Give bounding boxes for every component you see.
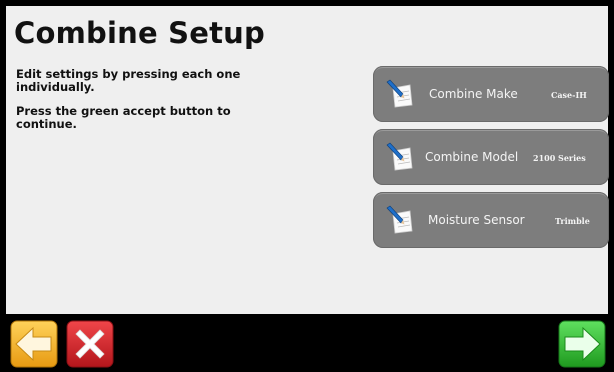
edit-note-icon [386, 142, 413, 171]
main-panel: Combine Setup Edit settings by pressing … [4, 4, 610, 316]
combine-make-button[interactable]: Combine Make Case-IH [373, 66, 609, 122]
instruction-accept: Press the green accept button to continu… [16, 104, 231, 131]
setting-value: Trimble [555, 216, 590, 226]
instruction-edit: Edit settings by pressing each one indiv… [16, 67, 241, 94]
screen-frame: Combine Setup Edit settings by pressing … [0, 0, 614, 372]
combine-model-button[interactable]: Combine Model 2100 Series [373, 129, 609, 185]
instructions: Edit settings by pressing each one indiv… [16, 68, 286, 142]
moisture-sensor-button[interactable]: Moisture Sensor Trimble [373, 192, 609, 248]
setting-label: Moisture Sensor [428, 213, 525, 227]
setting-value: 2100 Series [533, 153, 586, 163]
accept-button[interactable] [558, 320, 606, 368]
back-button[interactable] [10, 320, 58, 368]
setting-label: Combine Model [425, 150, 519, 164]
accept-arrow-icon [558, 320, 606, 368]
edit-note-icon [386, 205, 413, 234]
setting-value: Case-IH [551, 90, 587, 100]
cancel-button[interactable] [66, 320, 114, 368]
cancel-x-icon [66, 320, 114, 368]
setting-label: Combine Make [429, 87, 518, 101]
edit-note-icon [386, 79, 413, 108]
back-arrow-icon [10, 320, 58, 368]
page-title: Combine Setup [14, 16, 265, 50]
